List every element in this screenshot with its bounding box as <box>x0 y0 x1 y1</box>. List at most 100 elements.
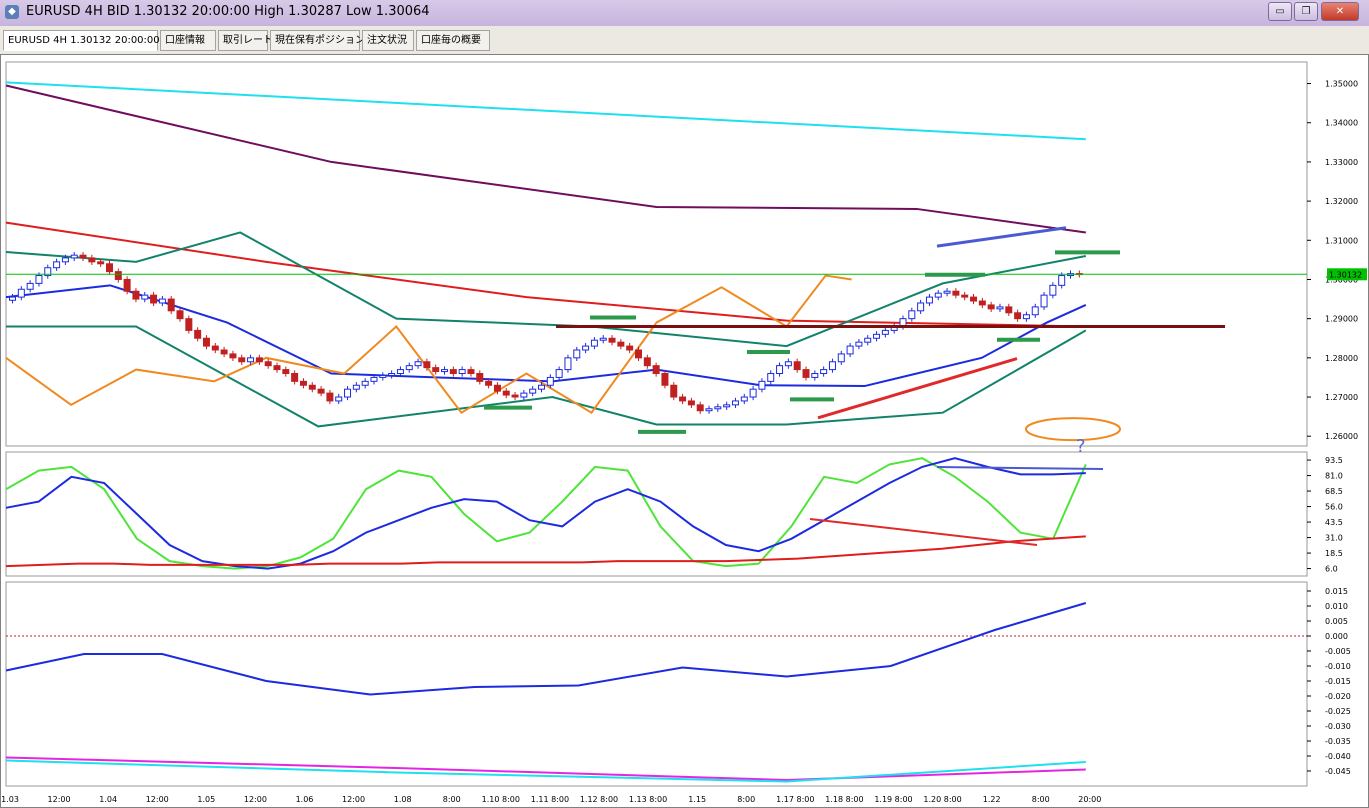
candle-body <box>9 296 17 301</box>
chart-area[interactable]: 1.350001.340001.330001.320001.310001.300… <box>0 54 1369 808</box>
candle-body <box>555 369 563 378</box>
x-tick-label: 1.04 <box>99 795 117 804</box>
candle-body <box>61 257 69 263</box>
candle-body <box>396 369 404 375</box>
candle-body <box>590 339 598 347</box>
x-tick-label: 1.20 8:00 <box>923 795 961 804</box>
candle-body <box>88 257 96 263</box>
tab-account-info[interactable]: 口座情報 <box>160 30 216 51</box>
minimize-icon: ▭ <box>1275 6 1285 17</box>
candle-body <box>26 282 34 290</box>
x-tick-label: 8:00 <box>443 795 461 804</box>
x-tick-label: 12:00 <box>146 795 169 804</box>
candle-body <box>908 310 916 320</box>
candle-body <box>53 261 61 269</box>
x-tick-label: 1.10 8:00 <box>482 795 520 804</box>
1-tick-label: 31.0 <box>1325 534 1343 543</box>
x-tick-label: 8:00 <box>737 795 755 804</box>
candle-body <box>1031 306 1039 316</box>
x-tick-label: 1.13 8:00 <box>629 795 667 804</box>
x-tick-label: 12:00 <box>244 795 267 804</box>
tab-chart[interactable]: EURUSD 4H 1.30132 20:00:00 <box>3 30 160 51</box>
minimize-button[interactable]: ▭ <box>1268 2 1292 21</box>
candle-body <box>273 365 281 371</box>
candle-body <box>247 357 255 363</box>
tab-account-summary[interactable]: 口座毎の概要 <box>416 30 490 51</box>
2-tick-label: -0.005 <box>1325 647 1351 656</box>
candle-body <box>784 361 792 367</box>
candle-body <box>176 310 184 320</box>
candle-body <box>458 369 466 375</box>
candle-body <box>167 298 175 312</box>
candle-body <box>529 388 537 394</box>
candle-body <box>185 318 193 331</box>
0-tick-label: 1.28000 <box>1325 354 1358 363</box>
candle-body <box>802 369 810 378</box>
candle-body <box>441 369 449 373</box>
x-tick-label: 1.06 <box>296 795 314 804</box>
restore-button[interactable]: ❐ <box>1294 2 1318 21</box>
0-tick-label: 1.27000 <box>1325 393 1358 402</box>
0-tick-label: 1.26000 <box>1325 432 1358 441</box>
candle-body <box>361 380 369 386</box>
time-axis: 1.03 12:00 1.04 12:00 1.05 12:00 1.06 12:00 1.08… <box>1 795 1101 804</box>
candle-body <box>194 329 202 339</box>
candle-body <box>1005 306 1013 314</box>
candle-body <box>467 369 475 375</box>
candle-body <box>749 388 757 398</box>
2-tick-label: 0.015 <box>1325 587 1348 596</box>
x-tick-label: 1.18 8:00 <box>825 795 863 804</box>
tab-positions[interactable]: 現在保有ポジション <box>270 30 365 51</box>
candle-body <box>573 349 581 359</box>
candle-body <box>105 263 113 273</box>
candle-body <box>740 396 748 402</box>
candle-body <box>405 365 413 371</box>
candle-body <box>202 337 210 347</box>
candle-body <box>987 304 995 310</box>
0-tick-label: 1.31000 <box>1325 236 1358 245</box>
tab-bar: EURUSD 4H 1.30132 20:00:00 口座情報 取引レート 現在… <box>0 26 1369 55</box>
candle-body <box>873 333 881 339</box>
current-price-label: 1.30132 <box>1329 270 1362 279</box>
1-tick-label: 43.5 <box>1325 518 1343 527</box>
candle-body <box>520 392 528 398</box>
candle-body <box>978 300 986 306</box>
candle-body <box>326 392 334 402</box>
2-tick-label: -0.030 <box>1325 722 1351 731</box>
window-title: EURUSD 4H BID 1.30132 20:00:00 High 1.30… <box>26 4 430 19</box>
close-icon: ✕ <box>1335 6 1345 17</box>
candle-body <box>670 384 678 398</box>
candle-body <box>291 373 299 382</box>
candle-body <box>564 357 572 371</box>
2-tick-label: 0.010 <box>1325 602 1348 611</box>
candle-body <box>1058 275 1066 286</box>
candle-body <box>961 294 969 298</box>
candle-body <box>1014 312 1022 320</box>
candle-body <box>123 278 131 292</box>
question-mark: ? <box>1076 436 1086 457</box>
candle-body <box>17 288 25 298</box>
candle-body <box>317 388 325 394</box>
candle-body <box>855 341 863 347</box>
candle-body <box>379 374 387 378</box>
x-tick-label: 12:00 <box>342 795 365 804</box>
candle-body <box>502 390 510 396</box>
close-button[interactable]: ✕ <box>1321 2 1359 21</box>
x-tick-label: 1.15 <box>688 795 706 804</box>
candle-body <box>617 341 625 347</box>
candle-body <box>335 396 343 402</box>
candle-body <box>970 296 978 302</box>
candle-body <box>758 380 766 390</box>
candle-body <box>370 376 378 382</box>
tab-orders[interactable]: 注文状況 <box>362 30 414 51</box>
candle-body <box>132 290 140 300</box>
2-tick-label: -0.010 <box>1325 662 1351 671</box>
candle-body <box>714 406 722 410</box>
candle-body <box>767 373 775 382</box>
candle-body <box>79 254 87 259</box>
candle-body <box>599 337 607 341</box>
x-tick-label: 1.19 8:00 <box>874 795 912 804</box>
tab-rates[interactable]: 取引レート <box>218 30 273 51</box>
app-icon: ◆ <box>5 5 19 19</box>
candle-body <box>776 365 784 375</box>
